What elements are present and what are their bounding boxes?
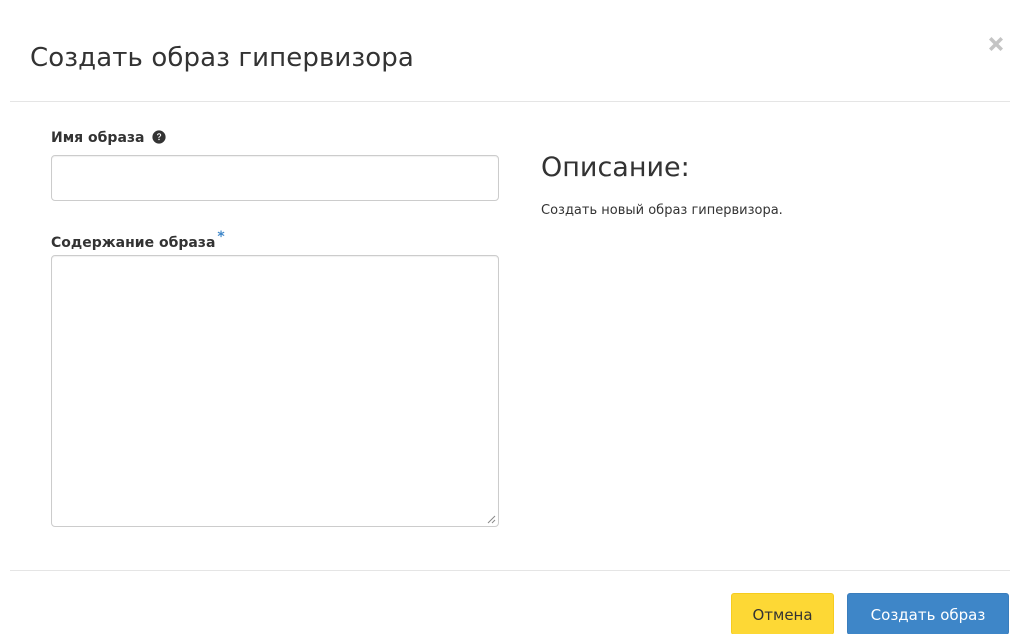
image-name-input[interactable] [51, 155, 499, 201]
image-content-label: Содержание образа * [51, 227, 225, 253]
required-mark: * [217, 229, 225, 245]
description-panel: Описание: Создать новый образ гипервизор… [541, 150, 981, 220]
dialog-header: Создать образ гипервизора [10, 0, 1010, 102]
question-circle-icon[interactable] [152, 130, 166, 150]
description-title: Описание: [541, 152, 690, 183]
close-button[interactable] [984, 32, 1008, 56]
dialog-title: Создать образ гипервизора [30, 43, 414, 73]
resize-handle-icon[interactable] [486, 514, 496, 524]
dialog-footer: Отмена Создать образ [10, 570, 1010, 634]
description-text: Создать новый образ гипервизора. [541, 203, 783, 218]
cancel-button[interactable]: Отмена [731, 593, 834, 634]
create-image-dialog: Создать образ гипервизора Имя образа Сод… [0, 0, 1010, 634]
close-icon [989, 37, 1003, 51]
image-name-label-text: Имя образа [51, 130, 145, 146]
image-content-textarea[interactable] [51, 255, 499, 527]
create-image-button[interactable]: Создать образ [847, 593, 1009, 634]
image-content-label-text: Содержание образа [51, 235, 216, 251]
image-name-label: Имя образа [51, 128, 166, 150]
